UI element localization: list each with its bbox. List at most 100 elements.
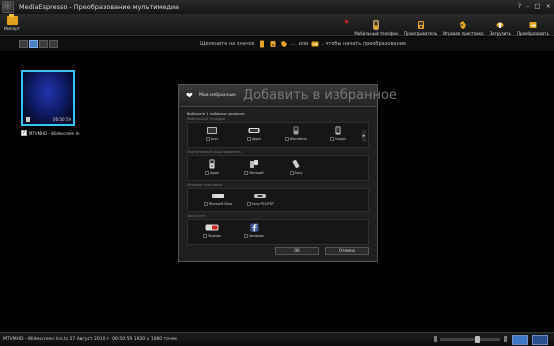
checkbox-youtube[interactable] bbox=[203, 234, 208, 238]
minimize-button[interactable]: – bbox=[526, 2, 529, 10]
file-icon bbox=[26, 117, 30, 122]
nav-game-console[interactable]: Игровая приставка bbox=[440, 14, 487, 36]
status-text: MTVMHD - Widescreen Inn.ts 27 Август 201… bbox=[3, 337, 178, 342]
scroll-right-icon[interactable]: ▸ bbox=[362, 130, 366, 142]
device-nav: Мобильный телефон Проигрыватель Игровая … bbox=[344, 14, 552, 36]
xbox-icon bbox=[212, 194, 224, 198]
group-upload: Youtube facebook bbox=[187, 219, 369, 245]
checkbox-acer[interactable] bbox=[205, 137, 210, 141]
profile-acer[interactable]: Acer bbox=[198, 126, 226, 141]
mobile-phone-icon bbox=[259, 40, 264, 48]
nav-media-player[interactable]: Проигрыватель bbox=[401, 14, 440, 36]
profile-apple-phone[interactable]: Apple bbox=[240, 126, 268, 141]
view-list-button[interactable] bbox=[49, 40, 58, 48]
app-logo-icon bbox=[2, 1, 14, 13]
youtube-icon bbox=[205, 224, 219, 231]
status-bar: MTVMHD - Widescreen Inn.ts 27 Август 201… bbox=[0, 332, 554, 346]
profile-sony-player[interactable]: Sony bbox=[282, 159, 310, 175]
media-caption: ✓ MTVMHD - Widescreen In bbox=[21, 130, 79, 136]
zoom-slider[interactable] bbox=[440, 336, 500, 343]
title-bar: MediaEspresso - Преобразование мультимедиа… bbox=[0, 0, 554, 14]
close-button[interactable]: × bbox=[546, 2, 551, 10]
media-filename: MTVMHD - Widescreen In bbox=[29, 130, 80, 136]
profile-facebook[interactable]: facebook bbox=[240, 223, 268, 238]
checkbox-microsoft-player[interactable] bbox=[244, 171, 249, 175]
convert-icon bbox=[311, 41, 319, 47]
dialog-buttons: OK Отмена bbox=[275, 247, 369, 255]
checkbox-apple-phone[interactable] bbox=[246, 137, 251, 141]
checkbox-facebook[interactable] bbox=[244, 234, 249, 238]
media-duration: 00:50:59 bbox=[53, 117, 71, 122]
secondary-bar: Щелкните на значок ... или , чтобы начат… bbox=[0, 37, 554, 51]
window-title: MediaEspresso - Преобразование мультимедиа bbox=[19, 3, 179, 11]
upload-icon bbox=[496, 22, 504, 28]
group-label-console: Игровая приставка bbox=[187, 183, 223, 187]
list-view-button[interactable] bbox=[532, 335, 548, 345]
nav-mobile-phone-label: Мобильный телефон bbox=[354, 31, 399, 36]
checkbox-apple-player[interactable] bbox=[204, 171, 209, 175]
group-label-player: Портативный проигрыватель bbox=[187, 150, 242, 154]
nav-convert[interactable]: Преобразовать bbox=[514, 14, 552, 36]
profile-apple-phone-label: Apple bbox=[251, 137, 262, 141]
profile-xbox-label: Microsoft Xbox bbox=[208, 202, 233, 206]
zune-icon bbox=[250, 160, 258, 168]
profile-apple-player[interactable]: Apple bbox=[198, 159, 226, 175]
hint-suffix: , чтобы начать преобразование bbox=[322, 41, 407, 47]
profile-youtube-label: Youtube bbox=[208, 234, 221, 238]
profile-youtube[interactable]: Youtube bbox=[198, 223, 226, 238]
playstation-icon bbox=[254, 194, 266, 198]
app-name: MediaEspresso bbox=[19, 3, 68, 11]
checkbox-sony-ps[interactable] bbox=[246, 202, 251, 206]
profile-blackberry[interactable]: Blackberry bbox=[282, 126, 310, 141]
nav-upload[interactable]: Загрузить bbox=[487, 14, 514, 36]
iphone-icon bbox=[248, 128, 260, 133]
blackberry-icon bbox=[293, 126, 299, 135]
group-label-mobile: Мобильный телефон bbox=[187, 117, 226, 121]
help-button[interactable]: ? bbox=[518, 2, 521, 10]
profile-facebook-label: facebook bbox=[249, 234, 264, 238]
group-label-upload: Загрузить bbox=[187, 214, 206, 218]
grid-view-button[interactable] bbox=[512, 335, 528, 345]
import-button[interactable]: Импорт bbox=[3, 14, 21, 31]
walkman-icon bbox=[292, 159, 300, 169]
ok-button[interactable]: OK bbox=[275, 247, 319, 255]
maximize-button[interactable]: □ bbox=[534, 2, 540, 10]
media-select-checkbox[interactable]: ✓ bbox=[21, 130, 27, 136]
view-music-button[interactable] bbox=[39, 40, 48, 48]
zoom-out-icon[interactable] bbox=[434, 336, 437, 342]
hint-middle: или bbox=[298, 41, 309, 47]
profile-microsoft-player-label: Microsoft bbox=[249, 171, 264, 175]
cancel-button[interactable]: Отмена bbox=[325, 247, 369, 255]
view-video-button[interactable] bbox=[19, 40, 28, 48]
group-player: Apple Microsoft Sony bbox=[187, 155, 369, 181]
zoom-in-icon[interactable] bbox=[504, 336, 507, 342]
nav-mobile-phone[interactable]: Мобильный телефон bbox=[351, 14, 401, 36]
app-subtitle: Преобразование мультимедиа bbox=[73, 3, 180, 11]
profile-microsoft-player[interactable]: Microsoft bbox=[240, 159, 268, 175]
checkbox-blackberry[interactable] bbox=[284, 137, 289, 141]
media-thumbnail[interactable]: 00:50:59 bbox=[21, 70, 75, 126]
nav-game-console-label: Игровая приставка bbox=[443, 31, 484, 36]
profile-sony-player-label: Sony bbox=[294, 171, 303, 175]
nav-convert-label: Преобразовать bbox=[517, 31, 549, 36]
checkbox-sony-player[interactable] bbox=[289, 171, 294, 175]
zoom-slider-handle[interactable] bbox=[475, 336, 480, 343]
window-controls: ? – □ × bbox=[518, 2, 551, 10]
mobile-phone-icon bbox=[373, 20, 379, 30]
folder-icon bbox=[6, 14, 18, 25]
checkbox-xbox[interactable] bbox=[203, 202, 208, 206]
profile-blackberry-label: Blackberry bbox=[289, 137, 308, 141]
view-photo-button[interactable] bbox=[29, 40, 38, 48]
media-player-icon bbox=[417, 21, 424, 29]
profile-xbox[interactable]: Microsoft Xbox bbox=[198, 192, 238, 206]
heart-icon: ❤ bbox=[186, 91, 193, 100]
dialog-favorites-label: Мои избранные bbox=[199, 93, 236, 98]
conversion-hint: Щелкните на значок ... или , чтобы начат… bbox=[200, 40, 406, 48]
profile-sony-ps-label: Sony PS3/PSP bbox=[251, 202, 274, 206]
main-toolbar: Импорт Мобильный телефон Проигрыватель И… bbox=[0, 14, 554, 36]
profile-sony-ps[interactable]: Sony PS3/PSP bbox=[240, 192, 280, 206]
acer-phone-icon bbox=[207, 127, 217, 134]
dialog-instruction: Выберите 1 любимых профиля: bbox=[187, 112, 246, 116]
profile-google[interactable]: Google bbox=[324, 126, 352, 141]
checkbox-google[interactable] bbox=[329, 137, 334, 141]
